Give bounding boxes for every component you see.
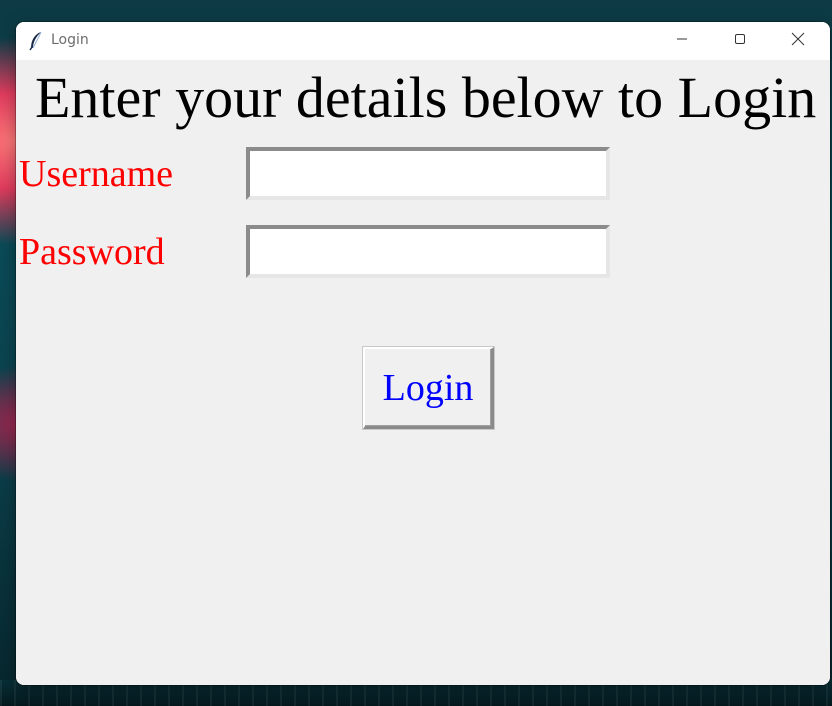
password-input[interactable] — [246, 225, 610, 278]
minimize-icon — [676, 32, 688, 50]
feather-icon — [28, 31, 44, 51]
minimize-button[interactable] — [654, 22, 710, 60]
close-button[interactable] — [770, 22, 826, 60]
maximize-button[interactable] — [712, 22, 768, 60]
page-title: Enter your details below to Login — [35, 65, 817, 130]
username-label: Username — [19, 153, 174, 195]
maximize-icon — [734, 32, 746, 50]
login-form: Enter your details below to Login Userna… — [16, 60, 830, 685]
title-bar[interactable]: Login — [16, 22, 830, 60]
password-label: Password — [19, 231, 165, 273]
close-icon — [791, 32, 805, 51]
username-input[interactable] — [246, 147, 610, 200]
login-button[interactable]: Login — [363, 347, 494, 429]
login-window: Login Enter your details below to Login … — [16, 22, 830, 685]
window-title: Login — [51, 32, 89, 48]
